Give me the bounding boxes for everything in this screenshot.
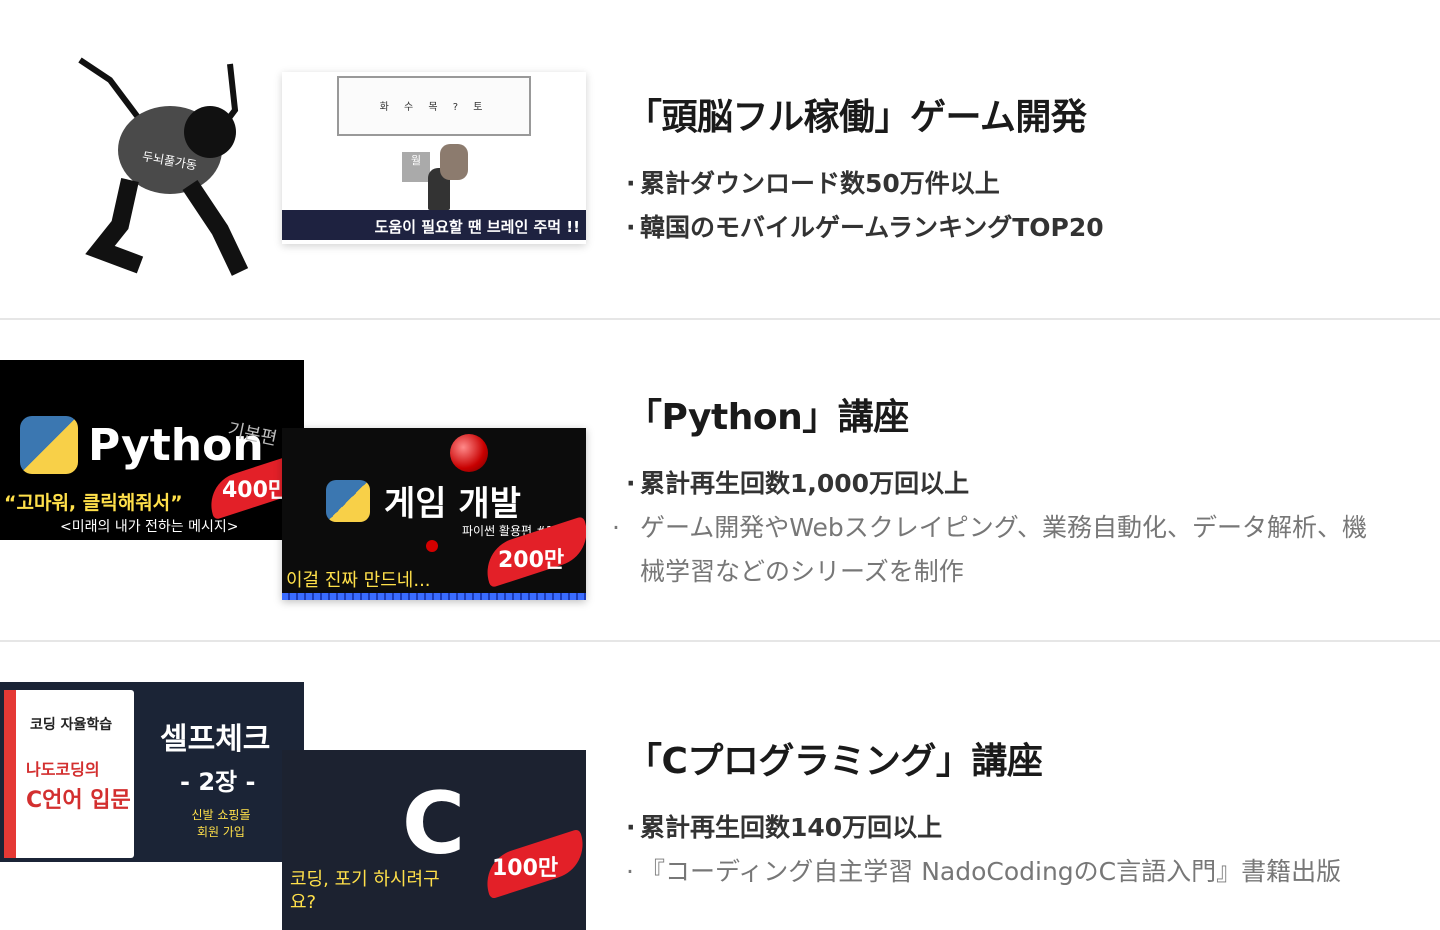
achievement-section-python: Python 기본편 400만 “고마워, 클릭해줘서” <미래의 내가 전하는… (0, 320, 1440, 640)
video-thumbnail-c-selfcheck[interactable]: 코딩 자율학습 나도코딩의 C언어 입문 셀프체크 - 2장 - 신발 쇼핑몰 … (0, 682, 304, 862)
thumbnail-caption: 이걸 진짜 만드네... (286, 570, 431, 591)
bullet-item: · 累計再生回数140万回以上 (626, 813, 943, 842)
view-count: 200만 (498, 548, 565, 573)
sign-text: 월 (410, 154, 422, 167)
python-logo-icon (326, 480, 370, 522)
section-text: 「Python」講座 · 累計再生回数1,000万回以上 · ゲーム開発やWebスク… (612, 388, 1380, 594)
thumbnail-title: 게임 개발 (384, 484, 521, 524)
book-spine (4, 690, 16, 858)
achievement-section-c: 코딩 자율학습 나도코딩의 C언어 입문 셀프체크 - 2장 - 신발 쇼핑몰 … (0, 642, 1440, 930)
whiteboard: 화 수 목 ? 토 (337, 76, 531, 136)
bullet-item: · 累計再生回数1,000万回以上 (626, 469, 970, 498)
game-ground (282, 593, 586, 600)
c-letter: C (402, 774, 466, 874)
video-thumbnail-c-intro[interactable]: C 100만 코딩, 포기 하시려구요? (282, 750, 586, 930)
python-logo-icon (20, 416, 78, 474)
section-title: 「頭脳フル稼働」ゲーム開発 (626, 97, 1087, 138)
thumbnail-title: 셀프체크 (160, 722, 271, 757)
red-ball-icon (426, 540, 438, 552)
bullet-item: · ゲーム開発やWebスクレイピング、業務自動化、データ解析、機械学習などのシリー… (612, 513, 1368, 586)
section-title: 「Python」講座 (626, 397, 909, 438)
section-title: 「Cプログラミング」講座 (626, 741, 1043, 782)
thumbnail-banner: 도움이 필요할 땐 브레인 주먹 !! (282, 210, 586, 240)
view-count: 400만 (222, 478, 289, 503)
red-ball-icon (450, 434, 488, 472)
achievement-section-game: 두뇌풀가동 화 수 목 ? 토 월 도움이 필요할 땐 브레인 주먹 !! 「頭… (0, 0, 1440, 318)
book-cover: 코딩 자율학습 나도코딩의 C언어 입문 (4, 690, 134, 858)
thumbnail-caption: 코딩, 포기 하시려구요? (290, 869, 440, 913)
video-thumbnail-brain-game[interactable]: 화 수 목 ? 토 월 도움이 필요할 땐 브레인 주먹 !! (282, 72, 586, 244)
character-illustration: 두뇌풀가동 (70, 50, 260, 282)
thumbnail-chapter: - 2장 - (180, 768, 256, 796)
banner-text: 도움이 필요할 땐 브레인 주먹 !! (374, 218, 580, 236)
video-thumbnail-python-basic[interactable]: Python 기본편 400만 “고마워, 클릭해줘서” <미래의 내가 전하는… (0, 360, 304, 540)
section-text: 「頭脳フル稼働」ゲーム開発 · 累計ダウンロード数50万件以上 · 韓国のモバイルゲ… (626, 88, 1104, 250)
fist-icon (440, 144, 468, 180)
thumbnail-quote: “고마워, 클릭해줘서” (4, 492, 183, 514)
bullet-item: · 累計ダウンロード数50万件以上 (626, 169, 1000, 198)
book-title-line: 코딩 자율학습 (30, 717, 113, 733)
thumbnail-message: <미래의 내가 전하는 메시지> (60, 519, 239, 535)
section-text: 「Cプログラミング」講座 · 累計再生回数140万回以上 · 『コーディング自主学習… (626, 732, 1341, 894)
sign-board: 월 (402, 152, 430, 182)
video-thumbnail-python-game[interactable]: 게임 개발 파이썬 활용편 #1 200만 이걸 진짜 만드네... (282, 428, 586, 600)
bullet-item: · 『コーディング自主学習 NadoCodingのC言語入門』書籍出版 (626, 857, 1342, 886)
bullet-item: · 韓国のモバイルゲームランキングTOP20 (626, 213, 1104, 242)
thumbnail-desc: 신발 쇼핑몰 회원 가입 (191, 808, 251, 839)
view-count: 100만 (492, 856, 559, 881)
book-title-line: 나도코딩의 (26, 760, 100, 779)
whiteboard-text: 화 수 목 ? 토 (379, 102, 489, 113)
book-title-line: C언어 입문 (26, 788, 131, 813)
